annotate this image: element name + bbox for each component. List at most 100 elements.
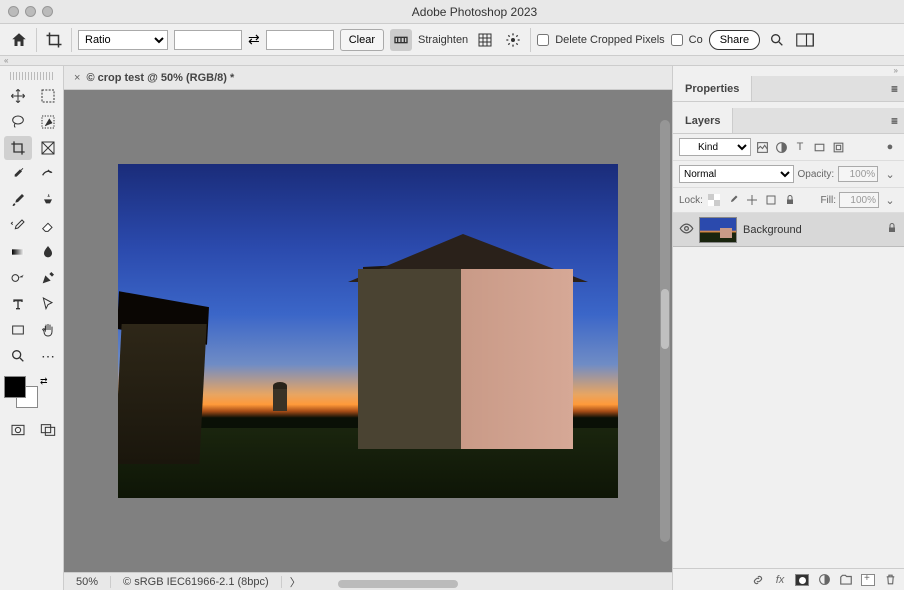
lock-indicator-icon[interactable]	[886, 222, 898, 237]
workspace-switcher-icon[interactable]	[794, 29, 816, 51]
lasso-tool[interactable]	[4, 110, 32, 134]
pen-tool[interactable]	[34, 266, 62, 290]
clone-stamp-tool[interactable]	[34, 188, 62, 212]
close-tab-icon[interactable]: ×	[74, 72, 80, 84]
document-area: × © crop test @ 50% (RGB/8) * 50% © sRGB…	[64, 66, 672, 590]
blend-mode-select[interactable]: Normal	[679, 165, 794, 183]
layer-filter-bar: Kind T ●	[673, 134, 904, 161]
zoom-tool[interactable]	[4, 344, 32, 368]
hand-tool[interactable]	[34, 318, 62, 342]
frame-tool[interactable]	[34, 136, 62, 160]
layer-mask-icon[interactable]	[794, 572, 810, 588]
opacity-dropdown-icon[interactable]: ⌄	[882, 166, 898, 182]
type-tool[interactable]	[4, 292, 32, 316]
collapse-strip[interactable]: «	[0, 56, 904, 66]
document-tab[interactable]: × © crop test @ 50% (RGB/8) *	[64, 66, 244, 89]
layers-menu-icon[interactable]: ≡	[885, 114, 904, 128]
new-layer-icon[interactable]: +	[860, 572, 876, 588]
lock-pixels-icon[interactable]	[725, 192, 741, 208]
crop-height-input[interactable]	[266, 30, 334, 50]
crop-ratio-select[interactable]: Ratio	[78, 30, 168, 50]
crop-settings-icon[interactable]	[502, 29, 524, 51]
zoom-window[interactable]	[42, 6, 53, 17]
healing-brush-tool[interactable]	[34, 162, 62, 186]
home-icon[interactable]	[8, 29, 30, 51]
lock-transparency-icon[interactable]	[706, 192, 722, 208]
filter-type-icon[interactable]: T	[792, 139, 808, 155]
quick-mask-tool[interactable]	[4, 418, 32, 442]
filter-smart-icon[interactable]	[830, 139, 846, 155]
share-button[interactable]: Share	[709, 30, 760, 50]
color-profile[interactable]: © sRGB IEC61966-2.1 (8bpc)	[111, 576, 282, 588]
overlay-grid-icon[interactable]	[474, 29, 496, 51]
eyedropper-tool[interactable]	[4, 162, 32, 186]
lock-all-icon[interactable]	[782, 192, 798, 208]
dodge-tool[interactable]	[4, 266, 32, 290]
swap-colors-icon[interactable]: ⇄	[40, 376, 48, 408]
gradient-tool[interactable]	[4, 240, 32, 264]
filter-pixel-icon[interactable]	[754, 139, 770, 155]
delete-layer-icon[interactable]	[882, 572, 898, 588]
lock-artboard-icon[interactable]	[763, 192, 779, 208]
document-title: © crop test @ 50% (RGB/8) *	[86, 72, 234, 84]
path-selection-tool[interactable]	[34, 292, 62, 316]
filter-toggle[interactable]: ●	[882, 139, 898, 155]
close-window[interactable]	[8, 6, 19, 17]
zoom-level[interactable]: 50%	[64, 576, 111, 588]
marquee-tool[interactable]	[34, 84, 62, 108]
content-aware-checkbox[interactable]	[671, 34, 683, 46]
crop-tool[interactable]	[4, 136, 32, 160]
fill-dropdown-icon[interactable]: ⌄	[882, 192, 898, 208]
layer-row[interactable]: Background	[673, 213, 904, 247]
delete-cropped-checkbox[interactable]	[537, 34, 549, 46]
crop-width-input[interactable]	[174, 30, 242, 50]
layer-list: Background	[673, 213, 904, 568]
panel-collapse-icon[interactable]: »	[673, 66, 904, 76]
move-tool[interactable]	[4, 84, 32, 108]
vertical-scrollbar[interactable]	[660, 120, 670, 542]
fill-input[interactable]	[839, 192, 879, 208]
app-title: Adobe Photoshop 2023	[53, 5, 896, 19]
layer-thumbnail[interactable]	[699, 217, 737, 243]
lock-label: Lock:	[679, 195, 703, 206]
layer-name[interactable]: Background	[743, 224, 880, 236]
filter-shape-icon[interactable]	[811, 139, 827, 155]
edit-toolbar[interactable]: ⋯	[34, 344, 62, 368]
canvas[interactable]	[64, 90, 672, 572]
layer-style-icon[interactable]: fx	[772, 572, 788, 588]
layers-footer: fx +	[673, 568, 904, 590]
swap-dimensions-icon[interactable]: ⇄	[248, 31, 260, 48]
clear-button[interactable]: Clear	[340, 29, 384, 51]
object-selection-tool[interactable]	[34, 110, 62, 134]
visibility-toggle-icon[interactable]	[679, 221, 693, 239]
toolbar-grip[interactable]	[10, 72, 53, 80]
opacity-input[interactable]	[838, 166, 878, 182]
delete-cropped-label: Delete Cropped Pixels	[555, 34, 664, 46]
new-group-icon[interactable]	[838, 572, 854, 588]
horizontal-scrollbar[interactable]	[338, 580, 458, 588]
filter-adjustment-icon[interactable]	[773, 139, 789, 155]
eraser-tool[interactable]	[34, 214, 62, 238]
history-brush-tool[interactable]	[4, 214, 32, 238]
content-aware-label: Co	[689, 34, 703, 46]
layer-kind-select[interactable]: Kind	[679, 138, 751, 156]
properties-menu-icon[interactable]: ≡	[885, 82, 904, 96]
straighten-tool-icon[interactable]	[390, 29, 412, 51]
properties-tab[interactable]: Properties	[673, 76, 752, 101]
straighten-label: Straighten	[418, 34, 468, 46]
search-icon[interactable]	[766, 29, 788, 51]
blur-tool[interactable]	[34, 240, 62, 264]
screen-mode-tool[interactable]	[34, 418, 62, 442]
crop-tool-icon[interactable]	[43, 29, 65, 51]
foreground-color[interactable]	[4, 376, 26, 398]
link-layers-icon[interactable]	[750, 572, 766, 588]
panels-dock: » Properties ≡ Layers ≡ Kind T ● Normal …	[672, 66, 904, 590]
canvas-image	[118, 164, 618, 498]
rectangle-tool[interactable]	[4, 318, 32, 342]
status-menu-icon[interactable]: 〉	[282, 574, 309, 590]
brush-tool[interactable]	[4, 188, 32, 212]
adjustment-layer-icon[interactable]	[816, 572, 832, 588]
lock-position-icon[interactable]	[744, 192, 760, 208]
minimize-window[interactable]	[25, 6, 36, 17]
layers-tab[interactable]: Layers	[673, 108, 733, 133]
